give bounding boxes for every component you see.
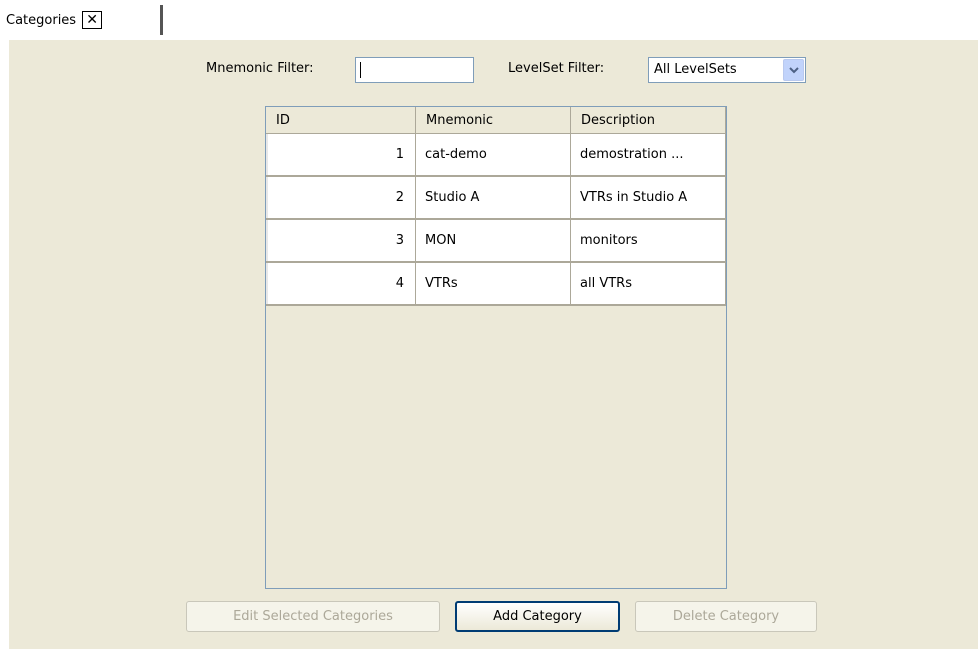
- cell-id: 2: [266, 177, 416, 218]
- table-row[interactable]: 3 MON monitors: [266, 220, 726, 263]
- cell-description: monitors: [571, 220, 726, 261]
- tab-bar: Categories ✕: [0, 0, 978, 40]
- cell-mnemonic: MON: [416, 220, 571, 261]
- categories-panel: Mnemonic Filter: LevelSet Filter: All Le…: [9, 40, 978, 649]
- close-icon[interactable]: ✕: [82, 11, 103, 29]
- cell-mnemonic: cat-demo: [416, 134, 571, 175]
- table-row[interactable]: 2 Studio A VTRs in Studio A: [266, 177, 726, 220]
- cell-description: all VTRs: [571, 263, 726, 304]
- column-header-mnemonic[interactable]: Mnemonic: [416, 107, 571, 133]
- column-header-description[interactable]: Description: [571, 107, 726, 133]
- table-row[interactable]: 1 cat-demo demostration ...: [266, 134, 726, 177]
- cell-id: 1: [266, 134, 416, 175]
- cell-mnemonic: VTRs: [416, 263, 571, 304]
- column-header-id[interactable]: ID: [266, 107, 416, 133]
- levelset-filter-select[interactable]: All LevelSets: [648, 57, 806, 83]
- cell-description: VTRs in Studio A: [571, 177, 726, 218]
- levelset-filter-label: LevelSet Filter:: [508, 61, 605, 76]
- table-header: ID Mnemonic Description: [266, 107, 726, 134]
- cell-id: 4: [266, 263, 416, 304]
- chevron-down-icon[interactable]: [783, 59, 804, 81]
- tab-separator: [160, 5, 163, 35]
- mnemonic-filter-input[interactable]: [355, 57, 474, 83]
- mnemonic-filter-label: Mnemonic Filter:: [206, 61, 314, 76]
- cell-mnemonic: Studio A: [416, 177, 571, 218]
- delete-category-button[interactable]: Delete Category: [635, 601, 817, 632]
- levelset-selected-value: All LevelSets: [654, 62, 737, 77]
- edit-selected-categories-button[interactable]: Edit Selected Categories: [186, 601, 440, 632]
- cell-id: 3: [266, 220, 416, 261]
- add-category-button[interactable]: Add Category: [455, 601, 620, 632]
- table-row[interactable]: 4 VTRs all VTRs: [266, 263, 726, 306]
- text-caret: [360, 62, 361, 78]
- categories-table[interactable]: ID Mnemonic Description 1 cat-demo demos…: [265, 106, 727, 589]
- tab-label: Categories: [6, 12, 77, 28]
- cell-description: demostration ...: [571, 134, 726, 175]
- tab-categories[interactable]: Categories ✕: [0, 0, 162, 40]
